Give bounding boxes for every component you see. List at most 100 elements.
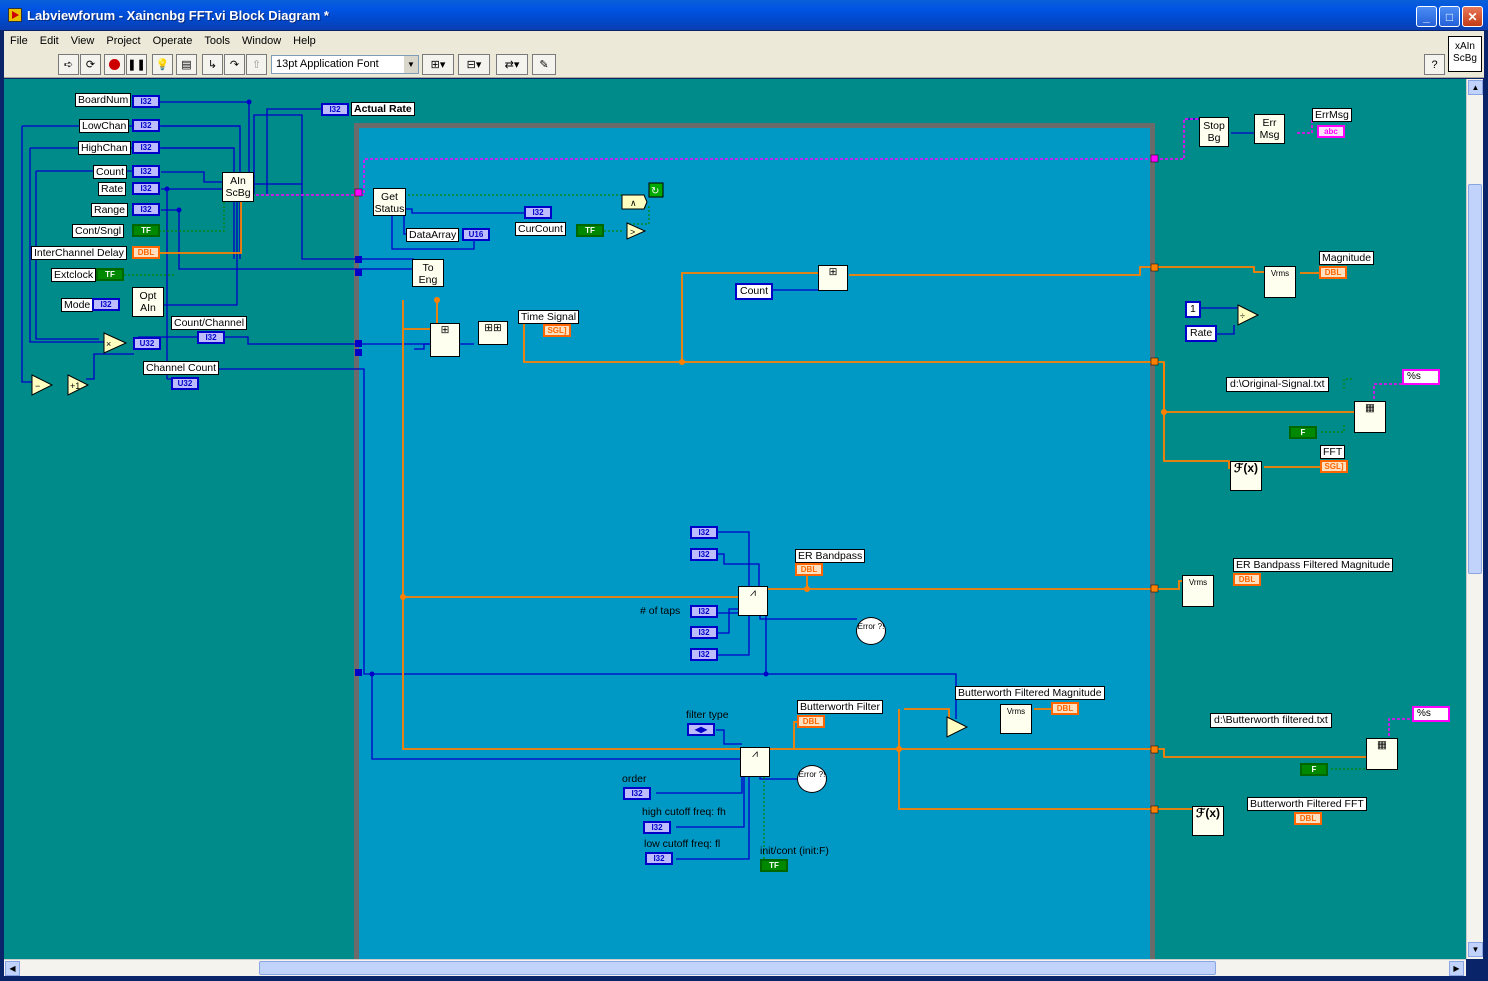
fft-icon[interactable]: ℱ(x) xyxy=(1230,461,1262,491)
array-subset-icon[interactable]: ⊞ xyxy=(818,265,848,291)
close-button[interactable]: ✕ xyxy=(1462,6,1483,27)
select-primitive[interactable] xyxy=(946,716,969,738)
horizontal-scrollbar[interactable]: ◀ ▶ xyxy=(4,959,1466,976)
rate-constant[interactable]: Rate xyxy=(1185,325,1218,342)
interchannel-delay-terminal[interactable]: DBL xyxy=(132,246,160,259)
butterworth-filter-terminal[interactable]: DBL xyxy=(797,715,825,728)
fft-terminal[interactable]: SGL] xyxy=(1320,460,1348,473)
boardnum-terminal[interactable]: I32 xyxy=(132,95,160,108)
mode-terminal[interactable]: I32 xyxy=(92,298,120,311)
scroll-left-icon[interactable]: ◀ xyxy=(5,961,20,976)
bandpass-input-2[interactable]: I32 xyxy=(690,548,718,561)
run-continuously-icon[interactable]: ⟳ xyxy=(80,54,101,75)
error-handler-2-icon[interactable]: Error ?! xyxy=(797,765,827,793)
menu-operate[interactable]: Operate xyxy=(147,35,199,47)
step-into-icon[interactable]: ↳ xyxy=(202,54,223,75)
lowchan-terminal[interactable]: I32 xyxy=(132,119,160,132)
original-signal-path[interactable]: d:\Original-Signal.txt xyxy=(1226,377,1329,392)
dataarray-terminal[interactable]: U16 xyxy=(462,228,490,241)
write-spreadsheet-2-icon[interactable]: ▦ xyxy=(1366,738,1398,770)
butterworth-magnitude-icon[interactable]: Vrms xyxy=(1000,704,1032,734)
er-bandpass-mag-terminal[interactable]: DBL xyxy=(1233,573,1261,586)
range-terminal[interactable]: I32 xyxy=(132,203,160,216)
false-constant-2[interactable]: F xyxy=(1300,763,1328,776)
highlight-execution-icon[interactable]: 💡 xyxy=(152,54,173,75)
time-signal-terminal[interactable]: SGL] xyxy=(543,324,571,337)
menu-view[interactable]: View xyxy=(65,35,101,47)
menu-project[interactable]: Project xyxy=(100,35,146,47)
rate-terminal[interactable]: I32 xyxy=(132,182,160,195)
channel-count-terminal[interactable]: U32 xyxy=(171,377,199,390)
opt-ain-subvi[interactable]: Opt AIn xyxy=(132,287,164,317)
format-string-2[interactable]: %s xyxy=(1412,706,1450,722)
const-1[interactable]: 1 xyxy=(1185,301,1201,318)
context-help-button[interactable]: ? xyxy=(1424,54,1445,75)
ain-scbg-subvi[interactable]: AIn ScBg xyxy=(222,172,254,202)
false-constant-1[interactable]: F xyxy=(1289,426,1317,439)
menu-file[interactable]: File xyxy=(4,35,34,47)
minimize-button[interactable]: _ xyxy=(1416,6,1437,27)
menu-tools[interactable]: Tools xyxy=(198,35,236,47)
transpose-array-icon[interactable]: ⊞⊞ xyxy=(478,321,508,345)
err-msg-subvi[interactable]: Err Msg xyxy=(1254,114,1285,144)
font-select[interactable]: 13pt Application Font ▼ xyxy=(271,55,419,74)
labview-app-icon[interactable] xyxy=(8,8,22,22)
clean-up-diagram-icon[interactable]: ✎ xyxy=(532,54,556,75)
retain-wire-values-icon[interactable]: ▤ xyxy=(176,54,197,75)
align-objects-icon[interactable]: ⊞▾ xyxy=(422,54,454,75)
distribute-objects-icon[interactable]: ⊟▾ xyxy=(458,54,490,75)
magnitude-terminal[interactable]: DBL xyxy=(1319,266,1347,279)
menu-help[interactable]: Help xyxy=(287,35,322,47)
horizontal-scroll-thumb[interactable] xyxy=(259,961,1216,975)
butterworth-fft-icon[interactable]: ℱ(x) xyxy=(1192,806,1224,836)
er-bandpass-magnitude-icon[interactable]: Vrms xyxy=(1182,575,1214,607)
reshape-array-icon[interactable]: ⊞ xyxy=(430,323,460,357)
format-string-1[interactable]: %s xyxy=(1402,369,1440,385)
maximize-button[interactable]: □ xyxy=(1439,6,1460,27)
highchan-terminal[interactable]: I32 xyxy=(132,141,160,154)
step-over-icon[interactable]: ↷ xyxy=(224,54,245,75)
er-bandpass-terminal[interactable]: DBL xyxy=(795,563,823,576)
get-status-subvi[interactable]: Get Status xyxy=(373,188,406,216)
menu-window[interactable]: Window xyxy=(236,35,287,47)
scroll-up-icon[interactable]: ▲ xyxy=(1468,80,1483,95)
butterworth-filter-icon[interactable]: ⩘ xyxy=(740,747,770,777)
count-constant[interactable]: Count xyxy=(735,283,774,300)
stop-bg-subvi[interactable]: Stop Bg xyxy=(1199,117,1229,147)
bandpass-input-5[interactable]: I32 xyxy=(690,648,718,661)
init-cont-terminal[interactable]: TF xyxy=(760,859,788,872)
vertical-scroll-thumb[interactable] xyxy=(1468,184,1482,574)
bandpass-input-4[interactable]: I32 xyxy=(690,626,718,639)
pause-icon[interactable]: ❚❚ xyxy=(126,54,147,75)
error-handler-1-icon[interactable]: Error ?! xyxy=(856,617,886,645)
block-diagram-canvas[interactable]: − +1 × ∧ > ÷ ↻ BoardNum I32 LowChan I32 Hig… xyxy=(4,79,1466,959)
butterworth-fft-terminal[interactable]: DBL xyxy=(1294,812,1322,825)
reorder-icon[interactable]: ⇄▾ xyxy=(496,54,528,75)
abort-icon[interactable] xyxy=(104,54,125,75)
menu-edit[interactable]: Edit xyxy=(34,35,65,47)
extclock-terminal[interactable]: TF xyxy=(96,268,124,281)
step-out-icon[interactable]: ⇧ xyxy=(246,54,267,75)
count-channel-terminal[interactable]: I32 xyxy=(197,331,225,344)
scroll-right-icon[interactable]: ▶ xyxy=(1449,961,1464,976)
er-bandpass-filter-icon[interactable]: ⩘ xyxy=(738,586,768,616)
count-terminal[interactable]: I32 xyxy=(132,165,160,178)
scroll-down-icon[interactable]: ▼ xyxy=(1468,942,1483,957)
write-spreadsheet-1-icon[interactable]: ▦ xyxy=(1354,401,1386,433)
num-taps-terminal[interactable]: I32 xyxy=(690,605,718,618)
order-terminal[interactable]: I32 xyxy=(623,787,651,800)
actual-rate-terminal[interactable]: I32 xyxy=(321,103,349,116)
errmsg-terminal[interactable]: abc xyxy=(1317,125,1345,138)
curcount-bool-terminal[interactable]: TF xyxy=(576,224,604,237)
bandpass-input-1[interactable]: I32 xyxy=(690,526,718,539)
low-cutoff-terminal[interactable]: I32 xyxy=(645,852,673,865)
butterworth-magnitude-terminal[interactable]: DBL xyxy=(1051,702,1079,715)
vertical-scrollbar[interactable]: ▲ ▼ xyxy=(1466,79,1483,959)
filter-type-terminal[interactable]: ◀▶ xyxy=(687,723,715,736)
butterworth-path[interactable]: d:\Butterworth filtered.txt xyxy=(1210,713,1332,728)
vi-icon[interactable]: xAIn ScBg xyxy=(1448,36,1482,72)
run-arrow-icon[interactable]: ➪ xyxy=(58,54,79,75)
to-eng-subvi[interactable]: To Eng xyxy=(412,259,444,287)
magnitude-icon[interactable]: Vrms xyxy=(1264,266,1296,298)
high-cutoff-terminal[interactable]: I32 xyxy=(643,821,671,834)
